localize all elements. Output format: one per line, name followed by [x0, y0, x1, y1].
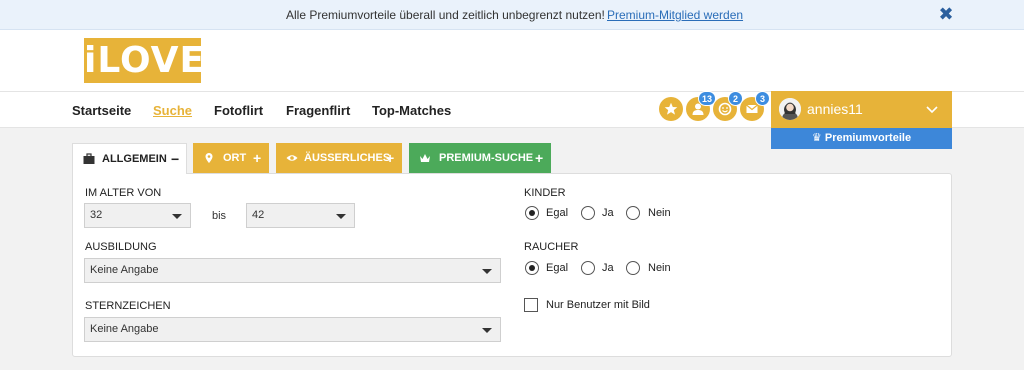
nav-item-startseite[interactable]: Startseite	[72, 103, 131, 118]
smoker-radio-nein[interactable]	[626, 261, 640, 275]
nav-item-top-matches[interactable]: Top-Matches	[372, 103, 451, 118]
avatar	[779, 98, 801, 120]
caret-down-icon	[482, 328, 492, 333]
messages-badge: 3	[755, 91, 770, 106]
children-radio-egal[interactable]	[525, 206, 539, 220]
location-pin-icon	[205, 153, 213, 163]
smoker-label: RAUCHER	[524, 241, 579, 253]
education-value: Keine Angabe	[90, 264, 159, 276]
children-radio-nein[interactable]	[626, 206, 640, 220]
education-select[interactable]: Keine Angabe	[84, 258, 501, 283]
smoker-radio-egal[interactable]	[525, 261, 539, 275]
become-premium-link[interactable]: Premium-Mitglied werden	[607, 8, 743, 22]
expand-icon: +	[535, 150, 544, 166]
messages-button[interactable]: 3	[740, 91, 770, 121]
close-icon[interactable]: ✖	[938, 5, 954, 23]
children-option-ja: Ja	[602, 207, 614, 219]
eye-icon	[286, 155, 298, 161]
banner-text: Alle Premiumvorteile überall und zeitlic…	[286, 8, 605, 22]
photo-only-label: Nur Benutzer mit Bild	[546, 299, 650, 311]
favorites-button[interactable]	[659, 97, 683, 121]
tab-allgemein[interactable]: ALLGEMEIN −	[72, 143, 187, 174]
crown-icon	[420, 154, 430, 162]
star-icon	[664, 102, 678, 115]
zodiac-select[interactable]: Keine Angabe	[84, 317, 501, 342]
smoker-radio-ja[interactable]	[581, 261, 595, 275]
user-menu[interactable]: annies11	[771, 91, 952, 128]
username: annies11	[807, 101, 863, 117]
briefcase-icon	[83, 153, 95, 164]
children-label: KINDER	[524, 187, 566, 199]
tab-allgemein-label: ALLGEMEIN	[102, 153, 167, 165]
tab-ausserliches[interactable]: ÄUSSERLICHES +	[276, 143, 402, 173]
premium-banner: Alle Premiumvorteile überall und zeitlic…	[0, 0, 1024, 30]
nav-item-fotoflirt[interactable]: Fotoflirt	[214, 103, 263, 118]
expand-icon: +	[253, 150, 262, 166]
age-to-select[interactable]: 42	[246, 203, 355, 228]
age-to-value: 42	[252, 209, 265, 221]
caret-down-icon	[172, 214, 182, 219]
tab-ausserliches-label: ÄUSSERLICHES	[304, 152, 391, 164]
education-label: AUSBILDUNG	[85, 241, 157, 253]
visitors-button[interactable]: 13	[686, 91, 716, 121]
zodiac-label: STERNZEICHEN	[85, 300, 171, 312]
smoker-option-ja: Ja	[602, 262, 614, 274]
children-option-egal: Egal	[546, 207, 569, 219]
nav-item-suche[interactable]: Suche	[153, 103, 192, 118]
crown-icon: ♛	[811, 132, 822, 144]
premium-benefits-label: Premiumvorteile	[824, 132, 912, 144]
children-option-nein: Nein	[648, 207, 671, 219]
collapse-icon: −	[171, 151, 180, 167]
photo-only-checkbox[interactable]	[524, 298, 538, 312]
expand-icon: +	[386, 150, 395, 166]
tab-ort-label: ORT	[223, 152, 247, 164]
children-radio-ja[interactable]	[581, 206, 595, 220]
age-separator: bis	[212, 210, 227, 222]
tab-premium-suche[interactable]: PREMIUM-SUCHE +	[409, 143, 551, 173]
search-panel: IM ALTER VON 32 bis 42 AUSBILDUNG Keine …	[72, 173, 952, 357]
logo[interactable]: iLOVE	[84, 38, 204, 83]
logo-area: iLOVE	[0, 30, 1024, 91]
age-from-value: 32	[90, 209, 103, 221]
tab-premium-suche-label: PREMIUM-SUCHE	[439, 152, 534, 164]
likes-button[interactable]: 2	[713, 91, 743, 121]
caret-down-icon	[336, 214, 346, 219]
smoker-option-nein: Nein	[648, 262, 671, 274]
smoker-option-egal: Egal	[546, 262, 569, 274]
chevron-down-icon	[926, 106, 938, 114]
tab-ort[interactable]: ORT +	[193, 143, 269, 173]
caret-down-icon	[482, 269, 492, 274]
age-from-select[interactable]: 32	[84, 203, 191, 228]
zodiac-value: Keine Angabe	[90, 323, 159, 335]
age-label: IM ALTER VON	[85, 187, 162, 199]
premium-benefits-button[interactable]: ♛ Premiumvorteile	[771, 128, 952, 149]
nav-item-fragenflirt[interactable]: Fragenflirt	[286, 103, 350, 118]
